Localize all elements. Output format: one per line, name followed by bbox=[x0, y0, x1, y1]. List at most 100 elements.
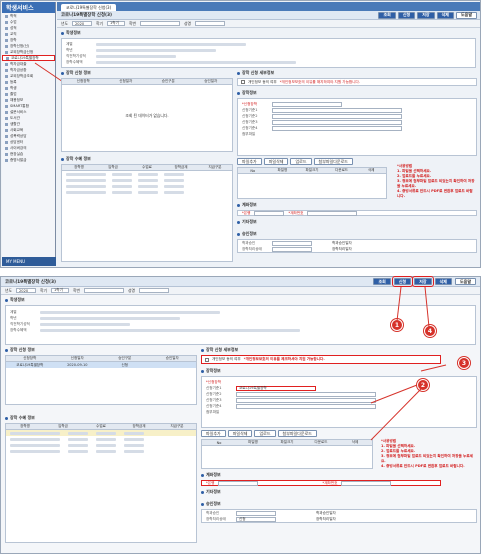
bullet-icon bbox=[61, 157, 64, 161]
bullet-icon bbox=[237, 203, 240, 207]
consent-checkbox[interactable] bbox=[205, 357, 209, 362]
apply-button[interactable]: 신청 bbox=[391, 276, 414, 287]
scholarship-select[interactable] bbox=[272, 101, 342, 107]
name-field[interactable] bbox=[139, 288, 169, 293]
reason-3-field[interactable] bbox=[272, 119, 402, 125]
approval-box-b: 학과승인 학과승인일자 장학처리상태 신청 장학처리일자 bbox=[201, 509, 477, 523]
folder-icon bbox=[5, 62, 8, 66]
main-area: 코로나19특별장학 신청(3) 코로나19특별장학 신청(3) 조회 신청 저장… bbox=[57, 2, 480, 266]
bullet-icon bbox=[237, 71, 240, 75]
year-select[interactable]: 2020 bbox=[72, 21, 92, 26]
receive-info-section-b: 장학 수혜 정보 장학명 입학금 수업료 장학금계 지급구분 bbox=[5, 415, 197, 545]
folder-icon bbox=[5, 50, 8, 54]
folder-icon bbox=[5, 116, 8, 120]
download-all-button[interactable]: 첨부파일다운로드 bbox=[313, 158, 353, 165]
folder-icon bbox=[5, 146, 8, 150]
account-field[interactable] bbox=[307, 210, 358, 216]
tab-scholarship[interactable]: 코로나19특별장학 신청(3) bbox=[61, 4, 117, 11]
folder-icon bbox=[5, 32, 8, 36]
bullet-icon bbox=[237, 220, 240, 224]
account-row-b: *은행 *계좌번호 bbox=[201, 480, 441, 486]
delete-file-button[interactable]: 파일삭제 bbox=[227, 430, 253, 437]
folder-icon bbox=[5, 98, 8, 102]
folder-icon bbox=[5, 44, 8, 48]
folder-icon bbox=[5, 38, 8, 42]
folder-icon bbox=[5, 134, 8, 138]
bullet-icon bbox=[5, 348, 8, 352]
term-select[interactable]: 1학기 bbox=[51, 288, 69, 293]
folder-icon bbox=[5, 158, 8, 162]
term-select[interactable]: 1학기 bbox=[107, 21, 125, 26]
detail-section: 장학 신청 세부정보 개인정보 동의 여부 *개인정보보호의 이유를 해지하여야… bbox=[237, 70, 477, 262]
folder-icon bbox=[5, 92, 8, 96]
delete-button[interactable]: 삭제 bbox=[434, 278, 452, 285]
name-field[interactable] bbox=[195, 21, 225, 26]
receive-info-section: 장학 수혜 정보 장학명 입학금 수업료 장학금계 지급구분 bbox=[61, 156, 233, 262]
bullet-icon bbox=[237, 232, 240, 236]
folder-icon bbox=[5, 104, 8, 108]
account-field[interactable] bbox=[341, 480, 392, 486]
apply-info-section: 장학 신청 정보 신청장학 신청일자 승인구분 승인일자 조회 된 데이터가 없습니다… bbox=[61, 70, 233, 152]
delete-file-button[interactable]: 파일삭제 bbox=[263, 158, 289, 165]
help-button[interactable]: 도움말 bbox=[454, 278, 476, 285]
file-grid: No 파일명 파일크기 다운로드 삭제 bbox=[237, 167, 387, 199]
folder-icon bbox=[5, 140, 8, 144]
folder-icon bbox=[5, 68, 8, 72]
folder-icon bbox=[5, 86, 8, 90]
bullet-icon bbox=[5, 416, 8, 420]
folder-icon bbox=[5, 152, 8, 156]
folder-icon bbox=[5, 20, 8, 24]
sidebar-item[interactable]: 증명서발급 bbox=[2, 157, 55, 163]
account-row: *은행 *계좌번호 bbox=[237, 210, 477, 216]
reason-2-field[interactable] bbox=[272, 113, 402, 119]
folder-icon bbox=[5, 14, 8, 18]
folder-icon bbox=[5, 26, 8, 30]
folder-icon bbox=[5, 80, 8, 84]
consent-checkbox[interactable] bbox=[241, 80, 245, 84]
student-info-section: 학생정보 계열 학년 직전학기성적 장학수혜액 bbox=[57, 28, 480, 70]
upload-button[interactable]: 업로드 bbox=[290, 158, 312, 165]
reason-1-field[interactable] bbox=[272, 107, 402, 113]
bottom-window: 코로나19특별장학 신청(3) 조회 신청 저장 삭제 도움말 년도 2020 … bbox=[0, 276, 481, 554]
consent-row: 개인정보 동의 여부 *개인정보보호의 이유를 해지하여야 지원 가능합니다. bbox=[237, 78, 477, 86]
year-select[interactable]: 2020 bbox=[16, 288, 36, 293]
search-button[interactable]: 조회 bbox=[378, 11, 396, 19]
bank-select[interactable] bbox=[218, 480, 259, 486]
apply-info-section-b: 장학 신청 정보 신청장학 신청일자 승인구분 승인일자 코로나19특별장학 2020-… bbox=[5, 347, 197, 407]
empty-message: 조회 된 데이터가 없습니다. bbox=[125, 113, 169, 118]
bullet-icon bbox=[201, 502, 204, 506]
apply-button[interactable]: 신청 bbox=[397, 11, 416, 19]
student-id-field[interactable] bbox=[140, 21, 180, 26]
bank-select[interactable] bbox=[254, 210, 285, 216]
search-button[interactable]: 조회 bbox=[373, 278, 391, 285]
save-button[interactable]: 저장 bbox=[412, 276, 434, 287]
folder-icon bbox=[5, 128, 8, 132]
table-row[interactable]: 코로나19특별장학 2020-09-10 신청 bbox=[6, 362, 196, 368]
delete-button[interactable]: 삭제 bbox=[436, 11, 454, 19]
add-file-button[interactable]: 파일추가 bbox=[237, 158, 262, 165]
folder-icon bbox=[6, 56, 9, 60]
usage-notes: *사용방법 1. 파일을 선택하세요. 2. 업로드를 누르세요. 3. 정보에 첨부… bbox=[397, 164, 475, 198]
apply-info-grid: 신청장학 신청일자 승인구분 승인일자 조회 된 데이터가 없습니다. bbox=[61, 78, 233, 152]
my-menu-button[interactable]: MY MENU bbox=[2, 257, 56, 266]
sidebar: 학생서비스 학적 수업 성적 교직 장학 장학신청(신) 교외장학금신청 코로나19특별장학 학… bbox=[2, 2, 56, 266]
help-button[interactable]: 도움말 bbox=[455, 11, 477, 19]
bullet-icon bbox=[61, 31, 64, 35]
add-file-button[interactable]: 파일추가 bbox=[201, 430, 226, 437]
folder-icon bbox=[5, 74, 8, 78]
tab-bar: 코로나19특별장학 신청(3) bbox=[57, 2, 480, 11]
callout-arrows-b bbox=[370, 286, 447, 441]
page-header: 코로나19특별장학 신청(3) 조회 신청 저장 삭제 도움말 bbox=[57, 11, 480, 20]
scholar-info-box: *신청장학 신청기준1 신청기준2 신청기준3 신청기준4 첨부파일 bbox=[237, 98, 477, 156]
folder-icon bbox=[5, 110, 8, 114]
bullet-icon bbox=[61, 71, 64, 75]
bullet-icon bbox=[201, 369, 204, 373]
upload-button[interactable]: 업로드 bbox=[254, 430, 276, 437]
page-title: 코로나19특별장학 신청(3) bbox=[61, 13, 113, 18]
bullet-icon bbox=[201, 348, 204, 352]
reason-4-field[interactable] bbox=[272, 125, 402, 131]
save-button[interactable]: 저장 bbox=[417, 11, 435, 19]
folder-icon bbox=[5, 122, 8, 126]
app-title: 학생서비스 bbox=[2, 2, 55, 13]
student-id-field[interactable] bbox=[84, 288, 124, 293]
